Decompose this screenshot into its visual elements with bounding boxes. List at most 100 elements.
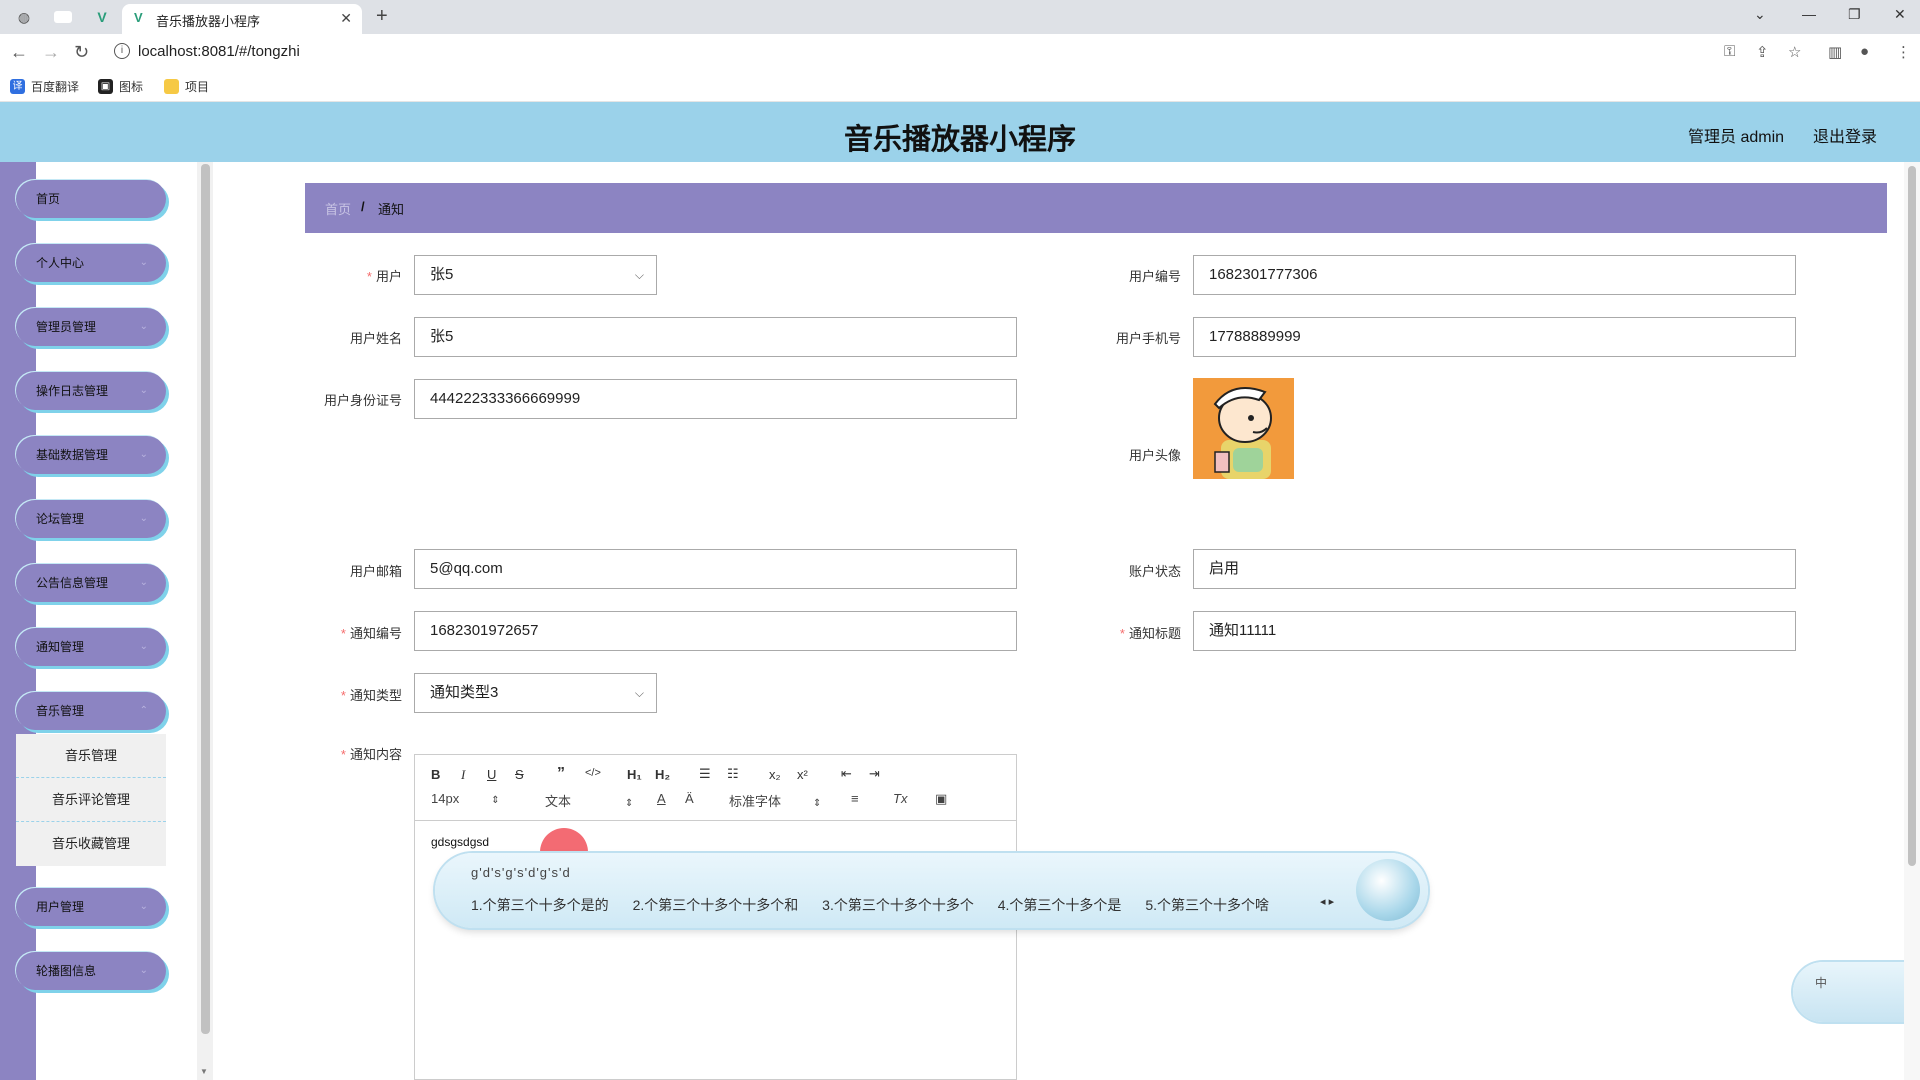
user-avatar-label: 用户头像 xyxy=(1128,448,1181,463)
bookmark-icons[interactable]: ▣ 图标 xyxy=(98,77,143,95)
main-scrollbar[interactable] xyxy=(1904,162,1920,1080)
code-block-icon[interactable]: </> xyxy=(585,767,601,779)
user-select[interactable]: 张5 ⌵ xyxy=(414,255,657,295)
user-name-field[interactable]: 张5 xyxy=(414,317,1017,357)
bullet-list-icon[interactable]: ☷ xyxy=(727,766,739,782)
menu-icon[interactable]: ⋮ xyxy=(1896,43,1911,61)
user-phone-field[interactable]: 17788889999 xyxy=(1193,317,1796,357)
user-phone-label: 用户手机号 xyxy=(1115,331,1181,346)
outdent-icon[interactable]: ⇤ xyxy=(841,766,852,782)
user-no-field[interactable]: 1682301777306 xyxy=(1193,255,1796,295)
heading1-icon[interactable]: H₁ xyxy=(627,767,642,782)
globe-icon[interactable]: ◍ xyxy=(16,9,32,25)
ime-candidate[interactable]: 5.个第三个十多个啥 xyxy=(1145,897,1269,913)
bookmarks-bar: 译 百度翻译 ▣ 图标 项目 xyxy=(0,70,1920,102)
scroll-down-icon[interactable]: ▼ xyxy=(200,1067,208,1076)
tab-thumbnail-icon[interactable] xyxy=(54,11,72,23)
notice-no-field[interactable]: 1682301972657 xyxy=(414,611,1017,651)
profile-icon[interactable]: ● xyxy=(1860,43,1869,60)
notice-type-select[interactable]: 通知类型3 ⌵ xyxy=(414,673,657,713)
clear-format-icon[interactable]: Tx xyxy=(893,791,907,806)
blockquote-icon[interactable]: ” xyxy=(557,765,565,783)
ime-candidate[interactable]: 3.个第三个十多个十多个 xyxy=(822,897,974,913)
bookmark-baidu-translate[interactable]: 译 百度翻译 xyxy=(10,77,79,95)
sidebar-item-home[interactable]: 首页 xyxy=(16,180,166,218)
user-avatar-image[interactable] xyxy=(1193,378,1294,479)
chevron-down-icon: ⌄ xyxy=(139,449,148,460)
sidebar-item-notice[interactable]: 通知管理 ⌄ xyxy=(16,628,166,666)
insert-image-icon[interactable]: ▣ xyxy=(935,791,947,807)
align-icon[interactable]: ≡ xyxy=(851,791,859,806)
current-user: 管理员 admin xyxy=(1688,129,1785,146)
ime-candidate[interactable]: 1.个第三个十多个是的 xyxy=(471,897,609,913)
logout-link[interactable]: 退出登录 xyxy=(1813,123,1877,147)
ime-candidate[interactable]: 2.个第三个十多个十多个和 xyxy=(633,897,799,913)
new-tab-icon[interactable]: + xyxy=(376,5,388,28)
ime-mode[interactable]: 中 xyxy=(1815,974,1827,991)
chevron-down-icon: ⌄ xyxy=(139,577,148,588)
star-icon[interactable]: ☆ xyxy=(1788,43,1801,61)
indent-icon[interactable]: ⇥ xyxy=(869,766,880,782)
scrollbar-thumb[interactable] xyxy=(201,164,210,1034)
key-icon[interactable]: ⚿ xyxy=(1724,43,1735,60)
scrollbar-thumb[interactable] xyxy=(1908,166,1916,866)
font-size-select[interactable]: 14px ⇕ xyxy=(431,791,500,806)
superscript-icon[interactable]: x² xyxy=(797,767,808,782)
ime-candidate[interactable]: 4.个第三个十多个是 xyxy=(998,897,1122,913)
chevron-down-icon: ⌄ xyxy=(139,385,148,396)
ime-candidate-window[interactable]: g'd's'g's'd'g's'd 1.个第三个十多个是的 2.个第三个十多个十… xyxy=(435,853,1428,928)
sidebar-item-admin[interactable]: 管理员管理 ⌄ xyxy=(16,308,166,346)
url-text[interactable]: localhost:8081/#/tongzhi xyxy=(138,43,300,60)
tab-search-icon[interactable]: ⌄ xyxy=(1754,6,1766,23)
sidebar-item-users[interactable]: 用户管理 ⌄ xyxy=(16,888,166,926)
sidebar-item-music[interactable]: 音乐管理 ⌃ xyxy=(16,692,166,730)
ime-status-bar[interactable]: 中 xyxy=(1793,962,1920,1022)
close-window-icon[interactable]: ✕ xyxy=(1894,6,1906,23)
chevron-down-icon: ⌄ xyxy=(139,641,148,652)
breadcrumb-home[interactable]: 首页 xyxy=(325,199,351,218)
close-tab-icon[interactable]: ✕ xyxy=(340,10,352,27)
submenu-item-music[interactable]: 音乐管理 xyxy=(16,734,166,778)
share-icon[interactable]: ⇪ xyxy=(1756,43,1769,61)
heading2-icon[interactable]: H₂ xyxy=(655,767,670,782)
app-header: 音乐播放器小程序 管理员 admin 退出登录 xyxy=(0,102,1920,162)
ordered-list-icon[interactable]: ☰ xyxy=(699,766,711,782)
text-color-icon[interactable]: A xyxy=(657,791,666,806)
vue-icon[interactable]: V xyxy=(94,9,110,25)
sidebar-item-carousel[interactable]: 轮播图信息 ⌄ xyxy=(16,952,166,990)
sidebar-scrollbar[interactable]: ▼ xyxy=(197,162,213,1080)
notice-title-field[interactable]: 通知11111 xyxy=(1193,611,1796,651)
sidebar-item-profile[interactable]: 个人中心 ⌄ xyxy=(16,244,166,282)
subscript-icon[interactable]: x₂ xyxy=(769,767,781,782)
restore-icon[interactable]: ❐ xyxy=(1848,6,1861,23)
reload-icon[interactable]: ↻ xyxy=(74,42,89,63)
ime-page-arrows-icon[interactable]: ◂ ▸ xyxy=(1320,895,1334,908)
submenu-item-music-comments[interactable]: 音乐评论管理 xyxy=(16,778,166,822)
strikethrough-icon[interactable]: S xyxy=(515,767,524,782)
sidebar-item-oplog[interactable]: 操作日志管理 ⌄ xyxy=(16,372,166,410)
submenu-item-music-favorites[interactable]: 音乐收藏管理 xyxy=(16,822,166,866)
underline-icon[interactable]: U xyxy=(487,767,496,782)
background-color-icon[interactable]: Ä xyxy=(685,791,694,806)
block-type-select[interactable]: 文本 ⇕ xyxy=(545,791,633,810)
sidebar-item-announcement[interactable]: 公告信息管理 ⌄ xyxy=(16,564,166,602)
user-email-field[interactable]: 5@qq.com xyxy=(414,549,1017,589)
back-icon[interactable]: ← xyxy=(10,42,28,63)
font-family-select[interactable]: 标准字体 ⇕ xyxy=(729,791,821,810)
sidebar-item-forum[interactable]: 论坛管理 ⌄ xyxy=(16,500,166,538)
vue-favicon-icon: V xyxy=(134,10,143,25)
site-info-icon[interactable]: i xyxy=(114,43,130,59)
user-id-field[interactable]: 444222333366669999 xyxy=(414,379,1017,419)
forward-icon[interactable]: → xyxy=(42,42,60,63)
editor-content[interactable]: gdsgsdgsd xyxy=(431,835,489,849)
italic-icon[interactable]: I xyxy=(461,767,465,783)
chevron-down-icon: ⌵ xyxy=(634,268,644,282)
sidepanel-icon[interactable]: ▥ xyxy=(1828,43,1842,61)
address-bar[interactable]: i localhost:8081/#/tongzhi xyxy=(106,38,1726,66)
account-status-field[interactable]: 启用 xyxy=(1193,549,1796,589)
minimize-icon[interactable]: — xyxy=(1802,6,1816,22)
bookmark-project[interactable]: 项目 xyxy=(164,77,209,95)
bold-icon[interactable]: B xyxy=(431,767,440,782)
sidebar-item-basedata[interactable]: 基础数据管理 ⌄ xyxy=(16,436,166,474)
browser-tab-active[interactable]: V 音乐播放器小程序 ✕ xyxy=(122,4,362,34)
